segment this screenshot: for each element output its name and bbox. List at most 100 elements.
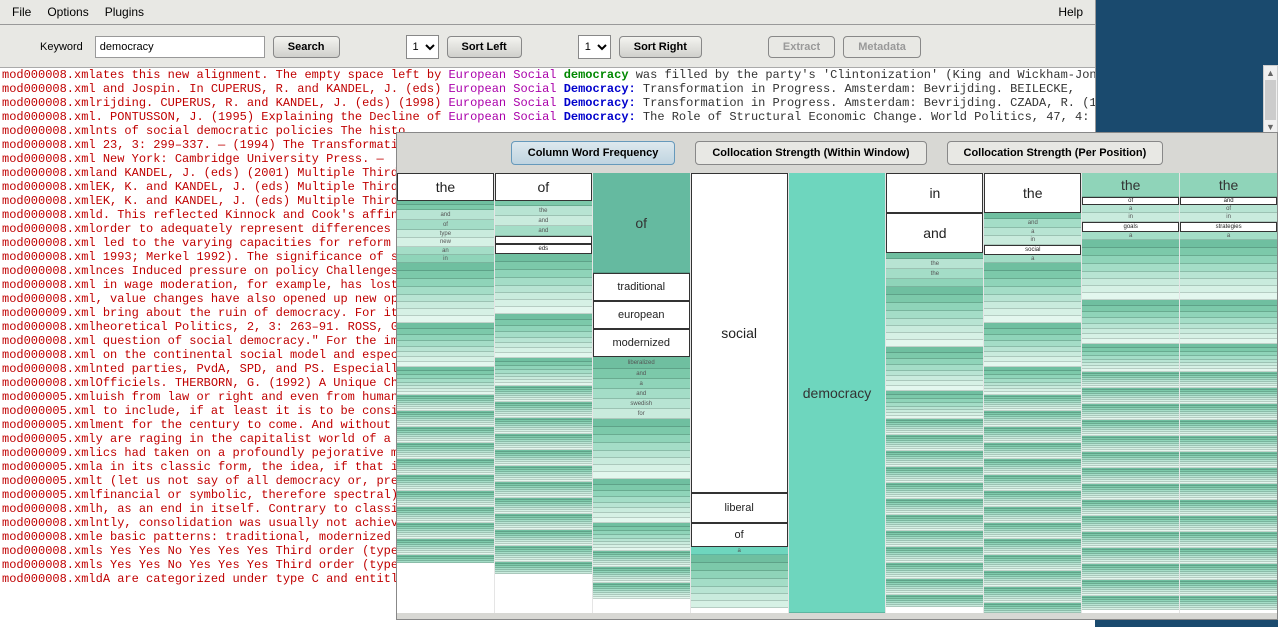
- freq-block[interactable]: [495, 572, 592, 574]
- freq-block[interactable]: [691, 587, 788, 594]
- freq-block[interactable]: an: [397, 247, 494, 255]
- freq-block[interactable]: [397, 279, 494, 287]
- freq-block[interactable]: [397, 302, 494, 309]
- freq-block[interactable]: [495, 286, 592, 293]
- freq-block[interactable]: [886, 333, 983, 340]
- freq-block[interactable]: and: [886, 213, 983, 253]
- freq-block[interactable]: and: [984, 219, 1081, 228]
- freq-block[interactable]: democracy: [789, 173, 886, 613]
- freq-block[interactable]: a: [984, 228, 1081, 236]
- freq-block[interactable]: the: [1180, 173, 1277, 197]
- freq-block[interactable]: liberalized: [593, 357, 690, 369]
- freq-block[interactable]: [495, 262, 592, 270]
- freq-block[interactable]: [1082, 608, 1179, 610]
- freq-block[interactable]: [397, 309, 494, 316]
- tab-column-word-frequency[interactable]: Column Word Frequency: [511, 141, 676, 165]
- freq-block[interactable]: [1082, 286, 1179, 293]
- freq-block[interactable]: traditional: [593, 273, 690, 301]
- menu-options[interactable]: Options: [39, 2, 96, 22]
- freq-block[interactable]: [1082, 248, 1179, 256]
- freq-block[interactable]: of: [691, 523, 788, 547]
- freq-block[interactable]: [593, 458, 690, 465]
- freq-block[interactable]: [691, 579, 788, 587]
- freq-block[interactable]: [1180, 240, 1277, 248]
- freq-block[interactable]: [1180, 256, 1277, 264]
- freq-block[interactable]: [984, 611, 1081, 613]
- freq-block[interactable]: [691, 594, 788, 601]
- freq-block[interactable]: [1180, 279, 1277, 286]
- freq-block[interactable]: in: [397, 255, 494, 263]
- freq-block[interactable]: strategies: [1180, 222, 1277, 232]
- freq-block[interactable]: in: [1082, 213, 1179, 222]
- freq-block[interactable]: in: [984, 236, 1081, 245]
- freq-block[interactable]: the: [886, 269, 983, 279]
- freq-block[interactable]: [495, 236, 592, 244]
- freq-block[interactable]: [593, 472, 690, 479]
- freq-block[interactable]: [593, 443, 690, 451]
- menu-plugins[interactable]: Plugins: [97, 2, 152, 22]
- freq-block[interactable]: liberal: [691, 493, 788, 523]
- freq-block[interactable]: [397, 316, 494, 323]
- freq-block[interactable]: [495, 293, 592, 300]
- freq-block[interactable]: the: [886, 259, 983, 269]
- sort-right-button[interactable]: Sort Right: [619, 36, 702, 58]
- freq-block[interactable]: [1082, 272, 1179, 279]
- freq-block[interactable]: and: [397, 210, 494, 220]
- freq-block[interactable]: [984, 316, 1081, 323]
- sort-right-count[interactable]: 1: [578, 35, 611, 59]
- freq-block[interactable]: the: [1082, 173, 1179, 197]
- freq-block[interactable]: [593, 419, 690, 427]
- search-button[interactable]: Search: [273, 36, 340, 58]
- freq-block[interactable]: [886, 326, 983, 333]
- concordance-line[interactable]: mod000008.xml and Jospin. In CUPERUS, R.…: [0, 82, 1095, 96]
- freq-block[interactable]: of: [593, 173, 690, 273]
- freq-block[interactable]: [886, 319, 983, 326]
- freq-block[interactable]: [984, 295, 1081, 302]
- menu-file[interactable]: File: [4, 2, 39, 22]
- freq-block[interactable]: [1180, 248, 1277, 256]
- freq-block[interactable]: european: [593, 301, 690, 329]
- freq-block[interactable]: [1180, 286, 1277, 293]
- freq-block[interactable]: [984, 309, 1081, 316]
- freq-block[interactable]: a: [1082, 232, 1179, 240]
- freq-block[interactable]: [495, 307, 592, 314]
- freq-block[interactable]: [397, 263, 494, 271]
- freq-block[interactable]: of: [495, 173, 592, 201]
- freq-block[interactable]: [495, 270, 592, 278]
- scroll-up-icon[interactable]: ▲: [1264, 66, 1277, 80]
- freq-block[interactable]: [886, 311, 983, 319]
- freq-block[interactable]: for: [593, 409, 690, 419]
- freq-block[interactable]: [1082, 264, 1179, 272]
- freq-block[interactable]: [1180, 293, 1277, 300]
- freq-block[interactable]: modernized: [593, 329, 690, 357]
- freq-block[interactable]: goals: [1082, 222, 1179, 232]
- freq-block[interactable]: [691, 563, 788, 571]
- tab-collocation-perpos[interactable]: Collocation Strength (Per Position): [947, 141, 1164, 165]
- freq-block[interactable]: [593, 465, 690, 472]
- freq-block[interactable]: social: [691, 173, 788, 493]
- freq-block[interactable]: swedish: [593, 399, 690, 409]
- freq-block[interactable]: [1082, 293, 1179, 300]
- freq-block[interactable]: the: [495, 206, 592, 216]
- freq-block[interactable]: [495, 300, 592, 307]
- freq-block[interactable]: [1082, 240, 1179, 248]
- freq-block[interactable]: [886, 295, 983, 303]
- scrollbar-thumb[interactable]: [1265, 80, 1276, 120]
- concordance-line[interactable]: mod000008.xmlrijding. CUPERUS, R. and KA…: [0, 96, 1095, 110]
- freq-block[interactable]: [397, 561, 494, 563]
- freq-block[interactable]: in: [886, 173, 983, 213]
- freq-block[interactable]: the: [397, 173, 494, 201]
- sort-left-count[interactable]: 1: [406, 35, 439, 59]
- freq-block[interactable]: in: [1180, 213, 1277, 222]
- freq-block[interactable]: [1180, 608, 1277, 610]
- concordance-line[interactable]: mod000008.xmlates this new alignment. Th…: [0, 68, 1095, 82]
- sort-left-button[interactable]: Sort Left: [447, 36, 522, 58]
- freq-block[interactable]: [397, 295, 494, 302]
- freq-block[interactable]: of: [1180, 205, 1277, 213]
- freq-block[interactable]: [691, 601, 788, 608]
- freq-block[interactable]: [886, 303, 983, 311]
- scrollbar[interactable]: ▲ ▼: [1263, 65, 1278, 135]
- freq-block[interactable]: [593, 451, 690, 458]
- freq-block[interactable]: [691, 555, 788, 563]
- freq-block[interactable]: [593, 427, 690, 435]
